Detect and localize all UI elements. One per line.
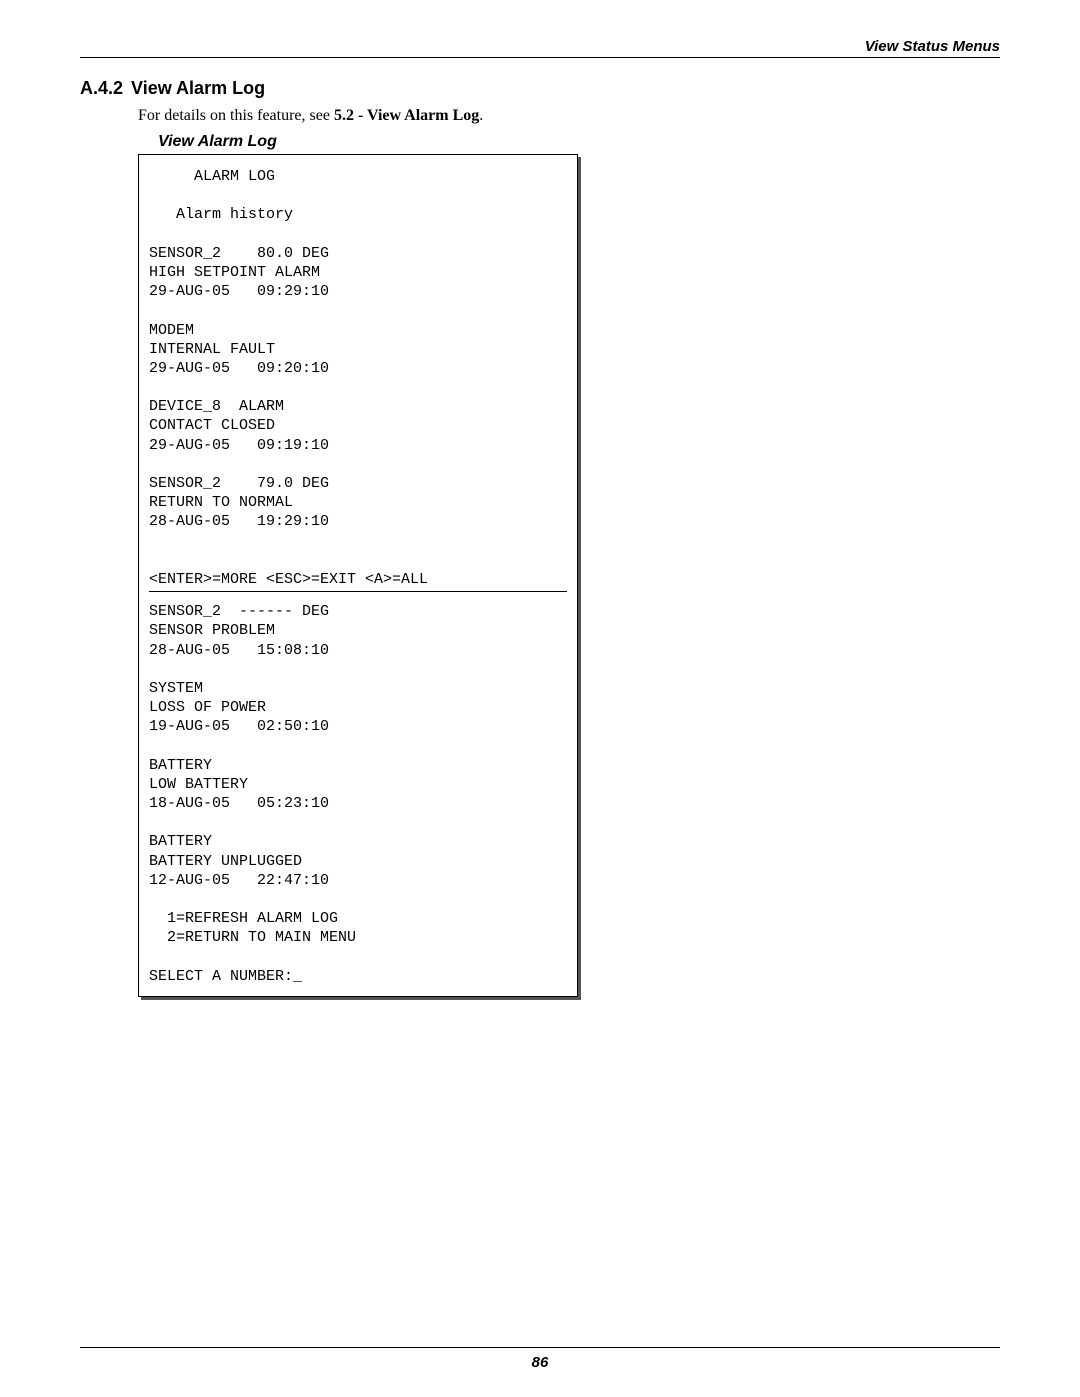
breadcrumb: View Status Menus bbox=[80, 38, 1000, 55]
page-number: 86 bbox=[80, 1354, 1000, 1371]
terminal-title: ALARM LOG bbox=[149, 167, 567, 186]
alarm-entry: DEVICE_8 ALARM CONTACT CLOSED 29-AUG-05 … bbox=[149, 397, 567, 455]
alarm-entry: SYSTEM LOSS OF POWER 19-AUG-05 02:50:10 bbox=[149, 679, 567, 737]
terminal-screen: ALARM LOG Alarm history SENSOR_2 80.0 DE… bbox=[138, 154, 578, 997]
alarm-entry: SENSOR_2 79.0 DEG RETURN TO NORMAL 28-AU… bbox=[149, 474, 567, 532]
divider bbox=[149, 591, 567, 592]
section-heading: A.4.2 View Alarm Log bbox=[80, 78, 1000, 99]
intro-bold: 5.2 - View Alarm Log bbox=[334, 107, 479, 124]
menu-option-2: 2=RETURN TO MAIN MENU bbox=[149, 928, 567, 947]
section-title: View Alarm Log bbox=[131, 78, 265, 98]
alarm-entry: MODEM INTERNAL FAULT 29-AUG-05 09:20:10 bbox=[149, 321, 567, 379]
intro-text: For details on this feature, see 5.2 - V… bbox=[138, 107, 1000, 125]
alarm-entry: BATTERY LOW BATTERY 18-AUG-05 05:23:10 bbox=[149, 756, 567, 814]
alarm-entry: SENSOR_2 ------ DEG SENSOR PROBLEM 28-AU… bbox=[149, 602, 567, 660]
section-number: A.4.2 bbox=[80, 78, 123, 99]
intro-prefix: For details on this feature, see bbox=[138, 107, 334, 124]
terminal-subtitle: Alarm history bbox=[149, 205, 567, 224]
alarm-entry: SENSOR_2 80.0 DEG HIGH SETPOINT ALARM 29… bbox=[149, 244, 567, 302]
menu-option-1: 1=REFRESH ALARM LOG bbox=[149, 909, 567, 928]
alarm-entry: BATTERY BATTERY UNPLUGGED 12-AUG-05 22:4… bbox=[149, 832, 567, 890]
intro-suffix: . bbox=[479, 107, 483, 124]
sub-heading: View Alarm Log bbox=[158, 133, 1000, 151]
select-prompt: SELECT A NUMBER:_ bbox=[149, 967, 567, 986]
nav-line: <ENTER>=MORE <ESC>=EXIT <A>=ALL bbox=[149, 570, 567, 589]
